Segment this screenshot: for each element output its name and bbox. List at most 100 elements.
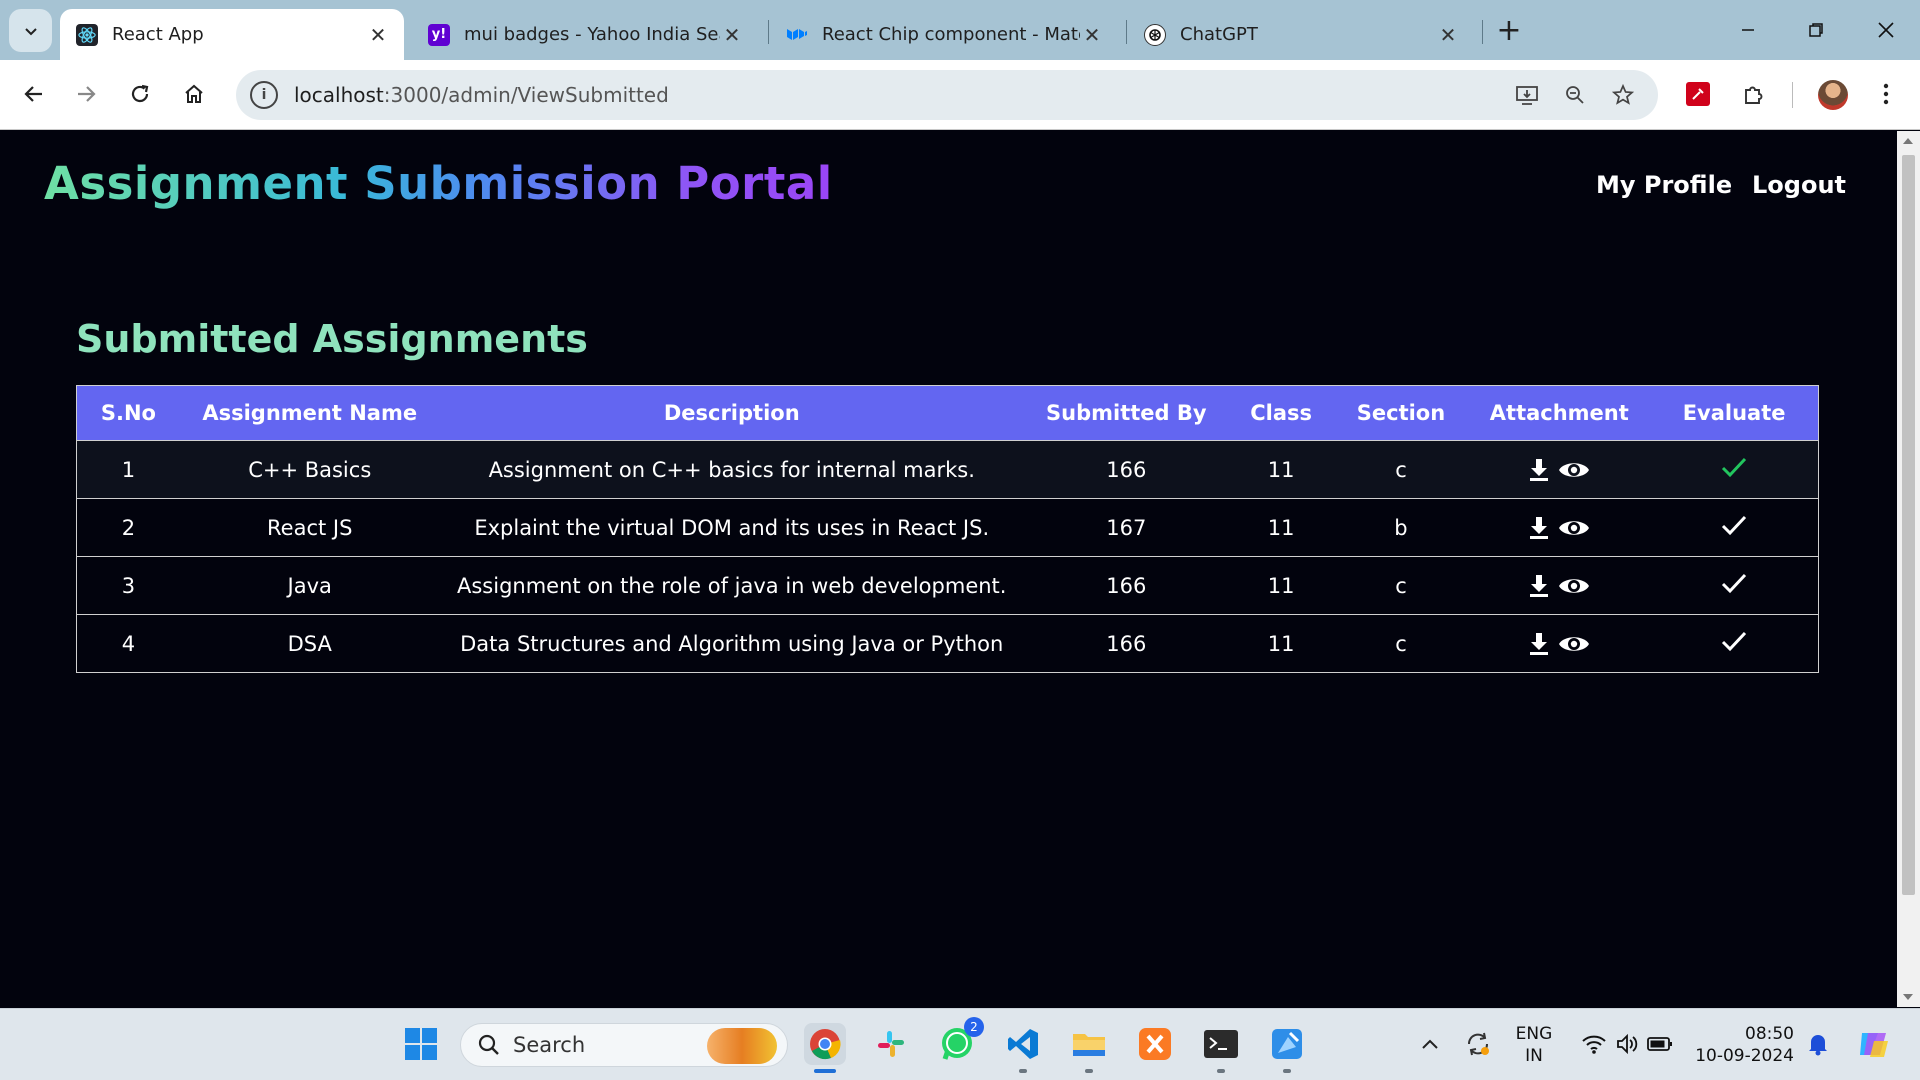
column-header-submitted-by: Submitted By [1046, 401, 1207, 425]
minimize-button[interactable] [1718, 10, 1778, 50]
cell-class: 11 [1267, 573, 1295, 598]
scroll-thumb[interactable] [1902, 155, 1915, 895]
show-hidden-icons-button[interactable] [1410, 1023, 1450, 1065]
cell-sno: 4 [121, 631, 136, 656]
window-close-button[interactable] [1856, 10, 1916, 50]
browser-menu-button[interactable] [1866, 74, 1906, 114]
tab-search-button[interactable] [9, 9, 52, 52]
column-header-attachment: Attachment [1489, 401, 1629, 425]
extension-red-icon [1686, 82, 1710, 106]
start-button[interactable] [400, 1023, 442, 1065]
region-label: IN [1525, 1046, 1543, 1066]
taskbar-slack[interactable] [870, 1023, 912, 1065]
tab-react-app[interactable]: React App ✕ [60, 9, 404, 60]
extension-button[interactable] [1678, 74, 1718, 114]
extensions-menu-button[interactable] [1734, 74, 1774, 114]
taskbar-file-explorer[interactable] [1068, 1023, 1110, 1073]
address-bar[interactable]: i localhost:3000/admin/ViewSubmitted [236, 70, 1658, 120]
running-indicator [1283, 1069, 1291, 1073]
brand-title[interactable]: Assignment Submission Portal [44, 157, 833, 210]
cell-class: 11 [1267, 515, 1295, 540]
cell-assignment-name: React JS [267, 515, 353, 540]
taskbar-search[interactable]: Search [460, 1023, 788, 1067]
evaluate-check-icon[interactable] [1720, 629, 1748, 658]
taskbar-vscode[interactable] [1002, 1023, 1044, 1073]
page-scrollbar[interactable] [1897, 131, 1920, 1007]
download-icon[interactable] [1528, 574, 1550, 598]
taskbar-paint[interactable] [1266, 1023, 1308, 1073]
close-icon[interactable]: ✕ [1436, 23, 1460, 47]
submissions-table: S.No Assignment Name Description Submitt… [76, 385, 1819, 673]
tab-chatgpt[interactable]: ChatGPT ✕ [1128, 9, 1474, 60]
bookmark-star-icon[interactable] [1608, 80, 1638, 110]
cell-attachment [1468, 441, 1650, 498]
taskbar-xampp[interactable] [1134, 1023, 1176, 1065]
language-indicator[interactable]: ENG IN [1506, 1023, 1562, 1067]
tab-title: mui badges - Yahoo India Searc [464, 24, 720, 45]
logout-link[interactable]: Logout [1752, 171, 1846, 199]
search-label: Search [513, 1033, 586, 1057]
cell-sno: 3 [121, 573, 136, 598]
tab-mui-chip[interactable]: React Chip component - Materi ✕ [770, 9, 1118, 60]
cell-class: 11 [1267, 631, 1295, 656]
folder-icon [1073, 1034, 1105, 1056]
toolbar-divider [1792, 82, 1793, 108]
clock[interactable]: 08:50 10-09-2024 [1690, 1023, 1794, 1067]
cell-attachment [1468, 557, 1650, 614]
close-icon[interactable]: ✕ [720, 23, 744, 47]
arrow-left-icon [24, 86, 42, 102]
column-header-assignment-name: Assignment Name [202, 401, 418, 425]
install-app-icon[interactable] [1512, 80, 1542, 110]
close-icon[interactable]: ✕ [366, 23, 390, 47]
tab-separator [1482, 20, 1483, 44]
sync-icon [1467, 1032, 1489, 1056]
download-icon[interactable] [1528, 632, 1550, 656]
download-icon[interactable] [1528, 516, 1550, 540]
tab-title: ChatGPT [1180, 24, 1258, 45]
restore-button[interactable] [1786, 10, 1846, 50]
sync-tray-button[interactable] [1458, 1023, 1498, 1065]
close-icon[interactable]: ✕ [1080, 23, 1104, 47]
table-row: 4 DSA Data Structures and Algorithm usin… [77, 614, 1818, 672]
cell-assignment-name: Java [287, 573, 332, 598]
taskbar-whatsapp[interactable]: 2 [936, 1017, 984, 1065]
tab-separator [768, 20, 769, 44]
scroll-down-arrow-icon[interactable] [1903, 994, 1913, 1000]
evaluate-check-icon[interactable] [1720, 571, 1748, 600]
tab-yahoo-search[interactable]: y! mui badges - Yahoo India Searc ✕ [412, 9, 758, 60]
profile-avatar[interactable] [1818, 80, 1848, 110]
cell-assignment-name: DSA [287, 631, 332, 656]
quick-settings-button[interactable] [1572, 1023, 1682, 1065]
evaluate-check-icon[interactable] [1720, 513, 1748, 542]
tab-separator [1126, 20, 1127, 44]
taskbar-chrome[interactable] [804, 1023, 846, 1073]
cell-sno: 1 [121, 457, 136, 482]
home-button[interactable] [174, 74, 214, 114]
notifications-button[interactable] [1800, 1023, 1836, 1065]
evaluated-check-icon[interactable] [1720, 455, 1748, 484]
column-header-sno: S.No [100, 401, 156, 425]
forward-button[interactable] [66, 74, 106, 114]
copilot-button[interactable] [1852, 1023, 1894, 1065]
notification-badge: 2 [964, 1017, 984, 1037]
table-row: 2 React JS Explaint the virtual DOM and … [77, 498, 1818, 556]
taskbar-terminal[interactable] [1200, 1023, 1242, 1073]
running-indicator [814, 1069, 836, 1073]
download-icon[interactable] [1528, 458, 1550, 482]
url-text[interactable]: localhost:3000/admin/ViewSubmitted [294, 83, 669, 107]
tab-title: React Chip component - Materi [822, 24, 1080, 45]
back-button[interactable] [14, 74, 54, 114]
site-info-icon[interactable]: i [250, 81, 278, 109]
view-eye-icon[interactable] [1558, 633, 1590, 655]
browser-toolbar: i localhost:3000/admin/ViewSubmitted [0, 60, 1920, 130]
reload-button[interactable] [120, 74, 160, 114]
view-eye-icon[interactable] [1558, 459, 1590, 481]
new-tab-button[interactable]: + [1494, 13, 1524, 48]
scroll-up-arrow-icon[interactable] [1903, 138, 1913, 144]
zoom-icon[interactable] [1560, 80, 1590, 110]
cell-submitted-by: 167 [1106, 515, 1147, 540]
bell-icon [1809, 1035, 1827, 1056]
my-profile-link[interactable]: My Profile [1596, 171, 1732, 199]
view-eye-icon[interactable] [1558, 575, 1590, 597]
view-eye-icon[interactable] [1558, 517, 1590, 539]
